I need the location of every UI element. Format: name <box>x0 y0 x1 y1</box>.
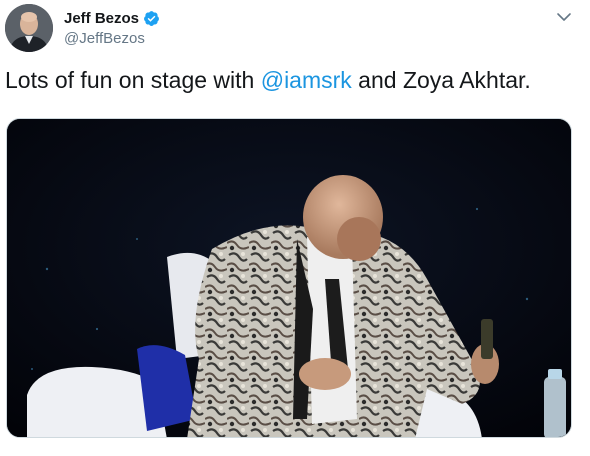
chevron-down-icon[interactable] <box>555 8 573 26</box>
author-display-name[interactable]: Jeff Bezos <box>64 10 139 27</box>
tweet-text-after: and Zoya Akhtar. <box>351 67 531 93</box>
mention-link[interactable]: @iamsrk <box>261 67 352 93</box>
tweet-text-before: Lots of fun on stage with <box>5 67 261 93</box>
tweet-card[interactable]: Jeff Bezos @JeffBezos Lots of fun on sta… <box>0 0 590 456</box>
video-frame-illustration <box>7 119 571 437</box>
tweet-text: Lots of fun on stage with @iamsrk and Zo… <box>5 65 580 95</box>
avatar[interactable] <box>5 4 53 52</box>
verified-badge-icon <box>143 10 160 27</box>
tweet-media-video[interactable] <box>6 118 572 438</box>
author-handle[interactable]: @JeffBezos <box>64 30 160 47</box>
tweet-header: Jeff Bezos @JeffBezos <box>64 8 160 47</box>
